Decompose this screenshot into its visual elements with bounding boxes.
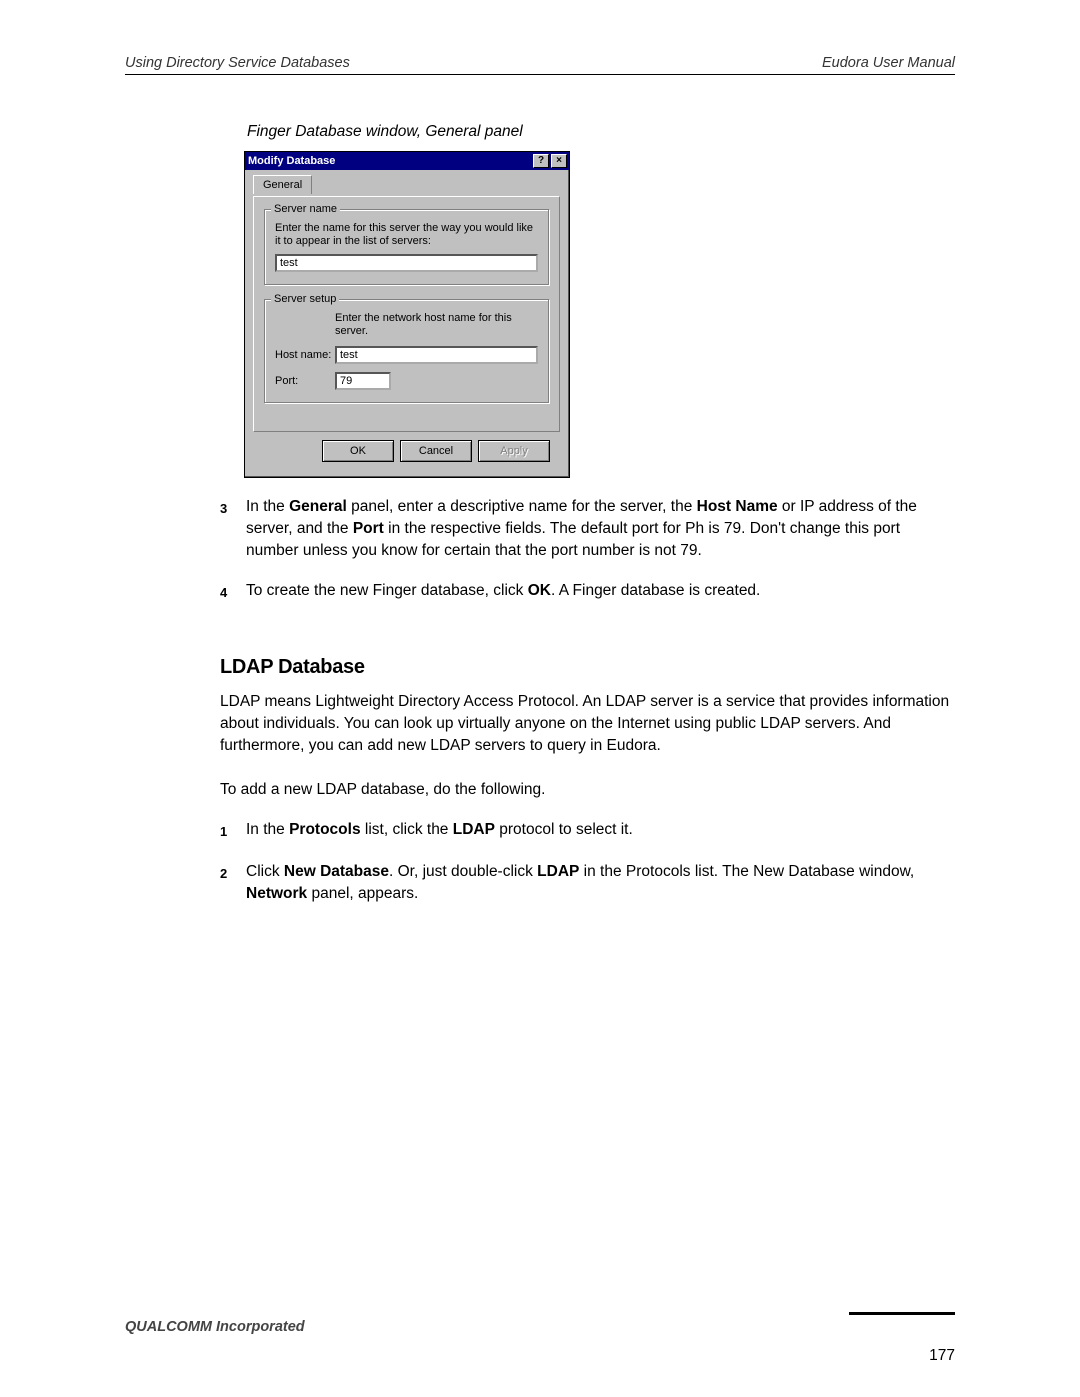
- footer-page-number: 177: [929, 1347, 955, 1365]
- step-number: 1: [220, 819, 246, 843]
- ldap-intro-para: LDAP means Lightweight Directory Access …: [220, 691, 955, 757]
- server-name-help: Enter the name for this server the way y…: [275, 222, 538, 248]
- host-name-label: Host name:: [275, 349, 335, 361]
- step-number: 2: [220, 861, 246, 905]
- close-icon[interactable]: ×: [551, 154, 567, 168]
- step-body: To create the new Finger database, click…: [246, 580, 955, 604]
- step-number: 3: [220, 496, 246, 562]
- dialog-titlebar: Modify Database ? ×: [245, 152, 569, 170]
- ok-button[interactable]: OK: [322, 440, 394, 462]
- server-name-legend: Server name: [271, 203, 340, 215]
- step-body: In the Protocols list, click the LDAP pr…: [246, 819, 955, 843]
- tab-general[interactable]: General: [253, 175, 312, 194]
- server-setup-help: Enter the network host name for this ser…: [335, 312, 538, 338]
- step-item: 2Click New Database. Or, just double-cli…: [220, 861, 955, 905]
- server-setup-group: Server setup Enter the network host name…: [264, 299, 549, 403]
- server-name-group: Server name Enter the name for this serv…: [264, 209, 549, 285]
- steps-a: 3In the General panel, enter a descripti…: [220, 496, 955, 604]
- step-item: 4To create the new Finger database, clic…: [220, 580, 955, 604]
- server-name-input[interactable]: [275, 254, 538, 272]
- port-label: Port:: [275, 375, 335, 387]
- step-body: In the General panel, enter a descriptiv…: [246, 496, 955, 562]
- server-setup-legend: Server setup: [271, 293, 339, 305]
- dialog-title: Modify Database: [248, 155, 335, 167]
- ldap-instruction-para: To add a new LDAP database, do the follo…: [220, 779, 955, 801]
- modify-database-dialog: Modify Database ? × General Server name …: [244, 151, 570, 478]
- step-item: 3In the General panel, enter a descripti…: [220, 496, 955, 562]
- host-name-input[interactable]: [335, 346, 538, 364]
- footer-rule: [849, 1312, 955, 1315]
- section-title-ldap: LDAP Database: [220, 656, 955, 679]
- header-left: Using Directory Service Databases: [125, 55, 350, 71]
- page-footer: QUALCOMM Incorporated 177: [125, 1312, 955, 1335]
- cancel-button[interactable]: Cancel: [400, 440, 472, 462]
- step-item: 1In the Protocols list, click the LDAP p…: [220, 819, 955, 843]
- step-body: Click New Database. Or, just double-clic…: [246, 861, 955, 905]
- page-header: Using Directory Service Databases Eudora…: [125, 55, 955, 75]
- help-icon[interactable]: ?: [533, 154, 549, 168]
- step-number: 4: [220, 580, 246, 604]
- figure-caption: Finger Database window, General panel: [247, 123, 955, 141]
- port-input[interactable]: [335, 372, 391, 390]
- footer-company: QUALCOMM Incorporated: [125, 1319, 955, 1335]
- steps-b: 1In the Protocols list, click the LDAP p…: [220, 819, 955, 905]
- header-right: Eudora User Manual: [822, 55, 955, 71]
- apply-button[interactable]: Apply: [478, 440, 550, 462]
